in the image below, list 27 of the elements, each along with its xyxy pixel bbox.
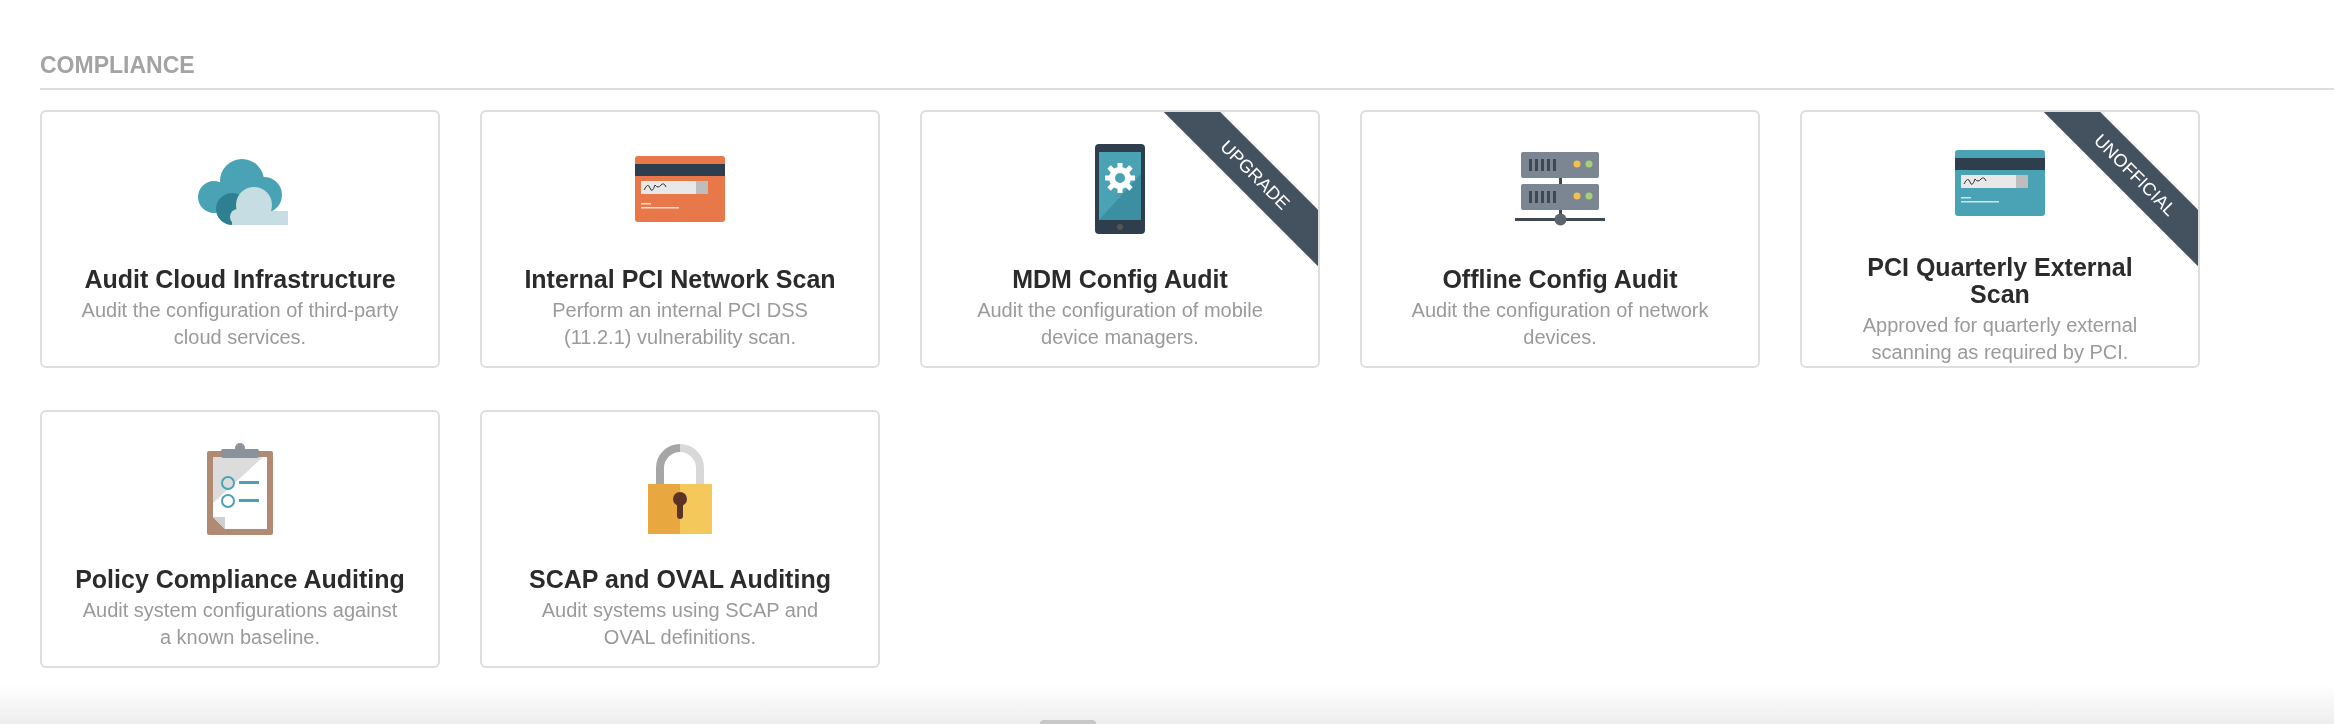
card-title: Audit Cloud Infrastructure	[83, 266, 397, 293]
phone-gear-icon	[1095, 144, 1145, 234]
card-description: Approved for quarterly external scanning as required by PCI.	[1861, 313, 2139, 365]
card-title: SCAP and OVAL Auditing	[528, 566, 832, 593]
padlock-icon	[648, 444, 712, 534]
card-description: Audit system configurations against a known baseline.	[81, 598, 399, 650]
scan-template-card[interactable]: Offline Config Audit Audit the configuration of network devices.	[1360, 110, 1760, 368]
card-title: Internal PCI Network Scan	[523, 266, 837, 293]
credit-card-icon	[635, 156, 725, 222]
scan-template-card[interactable]: SCAP and OVAL Auditing Audit systems using SCAP and OVAL definitions.	[480, 410, 880, 668]
card-description: Audit the configuration of network devices.	[1410, 298, 1710, 350]
scan-template-card[interactable]: Audit Cloud Infrastructure Audit the configuration of third-party cloud services.	[40, 110, 440, 368]
card-title: Policy Compliance Auditing	[75, 566, 405, 593]
scan-template-card[interactable]: Internal PCI Network Scan Perform an internal PCI DSS (11.2.1) vulnerability scan.	[480, 110, 880, 368]
scan-template-card[interactable]: Policy Compliance Auditing Audit system configurations against a known baseline.	[40, 410, 440, 668]
credit-card-icon	[1955, 150, 2045, 216]
card-description: Audit systems using SCAP and OVAL definitions.	[540, 598, 820, 650]
card-title: Offline Config Audit	[1441, 266, 1679, 293]
card-title: MDM Config Audit	[1011, 266, 1229, 293]
card-description: Perform an internal PCI DSS (11.2.1) vulnerability scan.	[551, 298, 809, 350]
server-icon	[1515, 152, 1605, 226]
section-heading: COMPLIANCE	[40, 51, 196, 80]
bottom-tab[interactable]	[1040, 720, 1096, 724]
card-description: Audit the configuration of third-party cloud services.	[80, 298, 400, 350]
card-description: Audit the configuration of mobile device managers.	[976, 298, 1264, 350]
card-title: PCI Quarterly External Scan	[1866, 254, 2134, 308]
clipboard-checklist-icon	[207, 443, 273, 535]
